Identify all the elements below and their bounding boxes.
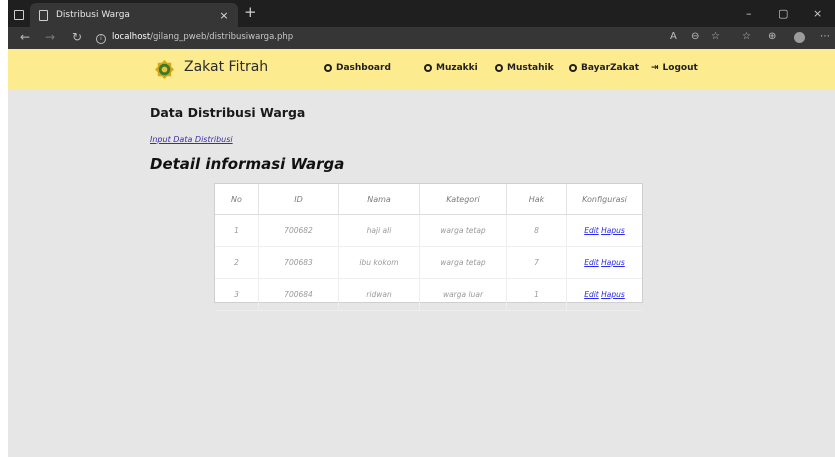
collections-icon[interactable]: ⊕ <box>768 31 776 42</box>
col-konfigurasi: Konfigurasi <box>566 184 642 215</box>
sidebar-toggle-icon[interactable] <box>14 10 24 20</box>
forward-icon[interactable]: → <box>45 30 55 44</box>
nav-dashboard[interactable]: Dashboard <box>324 63 391 73</box>
favorite-add-icon[interactable]: ☆ <box>711 31 720 42</box>
edit-link[interactable]: Edit <box>584 290 599 299</box>
minimize-icon[interactable]: – <box>746 7 752 20</box>
page-icon <box>39 9 48 21</box>
hapus-link[interactable]: Hapus <box>601 258 625 267</box>
brand-title[interactable]: Zakat Fitrah <box>184 59 268 75</box>
user-icon <box>495 64 503 72</box>
url-path: /gilang_pweb/distribusiwarga.php <box>150 32 294 42</box>
table-row: 1 700682 haji ali warga tetap 8 Edit Hap… <box>215 214 642 247</box>
col-nama: Nama <box>338 184 420 215</box>
cell-nama: haji ali <box>338 214 420 247</box>
section-title: Detail informasi Warga <box>150 155 345 173</box>
address-bar: ← → ↻ i localhost/gilang_pweb/distribusiw… <box>8 27 835 49</box>
cell-konfigurasi: Edit Hapus <box>566 246 642 279</box>
tab-close-icon[interactable]: × <box>218 9 230 22</box>
nav-logout-label: Logout <box>662 63 698 73</box>
nav-mustahik[interactable]: Mustahik <box>495 63 554 73</box>
profile-avatar-icon[interactable] <box>794 32 805 43</box>
browser-window: Distribusi Warga × + – ▢ × ← → ↻ i localh… <box>8 0 835 457</box>
nav-muzakki-label: Muzakki <box>436 63 478 73</box>
hapus-link[interactable]: Hapus <box>601 290 625 299</box>
tab-distribusi-warga[interactable]: Distribusi Warga × <box>30 3 238 27</box>
table-header-row: No ID Nama Kategori Hak Konfigurasi <box>215 184 642 215</box>
window-close-icon[interactable]: × <box>813 7 822 20</box>
read-aloud-icon[interactable]: A <box>670 31 677 42</box>
cell-konfigurasi: Edit Hapus <box>566 278 642 311</box>
cell-nama: ridwan <box>338 278 420 311</box>
cell-nama: ibu kokom <box>338 246 420 279</box>
cell-id: 700684 <box>258 278 339 311</box>
tab-title: Distribusi Warga <box>56 10 130 20</box>
cell-konfigurasi: Edit Hapus <box>566 214 642 247</box>
user-icon <box>324 64 332 72</box>
site-info-icon[interactable]: i <box>96 34 106 44</box>
col-kategori: Kategori <box>419 184 507 215</box>
edit-link[interactable]: Edit <box>584 258 599 267</box>
web-page: Zakat Fitrah Dashboard Muzakki Mustahik … <box>8 49 835 457</box>
input-data-distribusi-link[interactable]: Input Data Distribusi <box>150 135 233 144</box>
col-hak: Hak <box>506 184 567 215</box>
url-host: localhost <box>112 32 151 42</box>
tab-bar: Distribusi Warga × + – ▢ × <box>8 0 835 27</box>
nav-logout[interactable]: ⇥ Logout <box>651 63 698 73</box>
edit-link[interactable]: Edit <box>584 226 599 235</box>
new-tab-icon[interactable]: + <box>244 3 257 21</box>
back-icon[interactable]: ← <box>20 30 30 44</box>
cell-id: 700683 <box>258 246 339 279</box>
user-icon <box>424 64 432 72</box>
cell-kategori: warga tetap <box>419 246 507 279</box>
zakat-logo-icon <box>155 60 174 79</box>
table-row: 2 700683 ibu kokom warga tetap 7 Edit Ha… <box>215 246 642 279</box>
nav-dashboard-label: Dashboard <box>336 63 391 73</box>
site-navbar: Zakat Fitrah Dashboard Muzakki Mustahik … <box>8 49 835 90</box>
cell-kategori: warga luar <box>419 278 507 311</box>
cell-no: 1 <box>215 214 259 247</box>
cell-no: 2 <box>215 246 259 279</box>
nav-mustahik-label: Mustahik <box>507 63 554 73</box>
page-title: Data Distribusi Warga <box>150 105 306 120</box>
hapus-link[interactable]: Hapus <box>601 226 625 235</box>
more-menu-icon[interactable]: ⋯ <box>820 31 830 42</box>
cell-kategori: warga tetap <box>419 214 507 247</box>
cell-hak: 1 <box>506 278 567 311</box>
cell-no: 3 <box>215 278 259 311</box>
col-id: ID <box>258 184 339 215</box>
zoom-icon[interactable]: ⊖ <box>691 31 699 42</box>
url-field[interactable]: i localhost/gilang_pweb/distribusiwarga.p… <box>96 32 293 44</box>
nav-muzakki[interactable]: Muzakki <box>424 63 478 73</box>
desktop-edge <box>0 0 8 457</box>
col-no: No <box>215 184 259 215</box>
table-row: 3 700684 ridwan warga luar 1 Edit Hapus <box>215 278 642 311</box>
restore-icon[interactable]: ▢ <box>778 7 788 20</box>
cell-hak: 8 <box>506 214 567 247</box>
favorites-icon[interactable]: ☆ <box>742 31 751 42</box>
logout-icon: ⇥ <box>651 63 659 73</box>
user-icon <box>569 64 577 72</box>
nav-bayarzakat-label: BayarZakat <box>581 63 639 73</box>
cell-id: 700682 <box>258 214 339 247</box>
nav-bayarzakat[interactable]: BayarZakat <box>569 63 639 73</box>
cell-hak: 7 <box>506 246 567 279</box>
refresh-icon[interactable]: ↻ <box>72 30 82 44</box>
distribusi-table: No ID Nama Kategori Hak Konfigurasi 1 70… <box>214 183 643 311</box>
